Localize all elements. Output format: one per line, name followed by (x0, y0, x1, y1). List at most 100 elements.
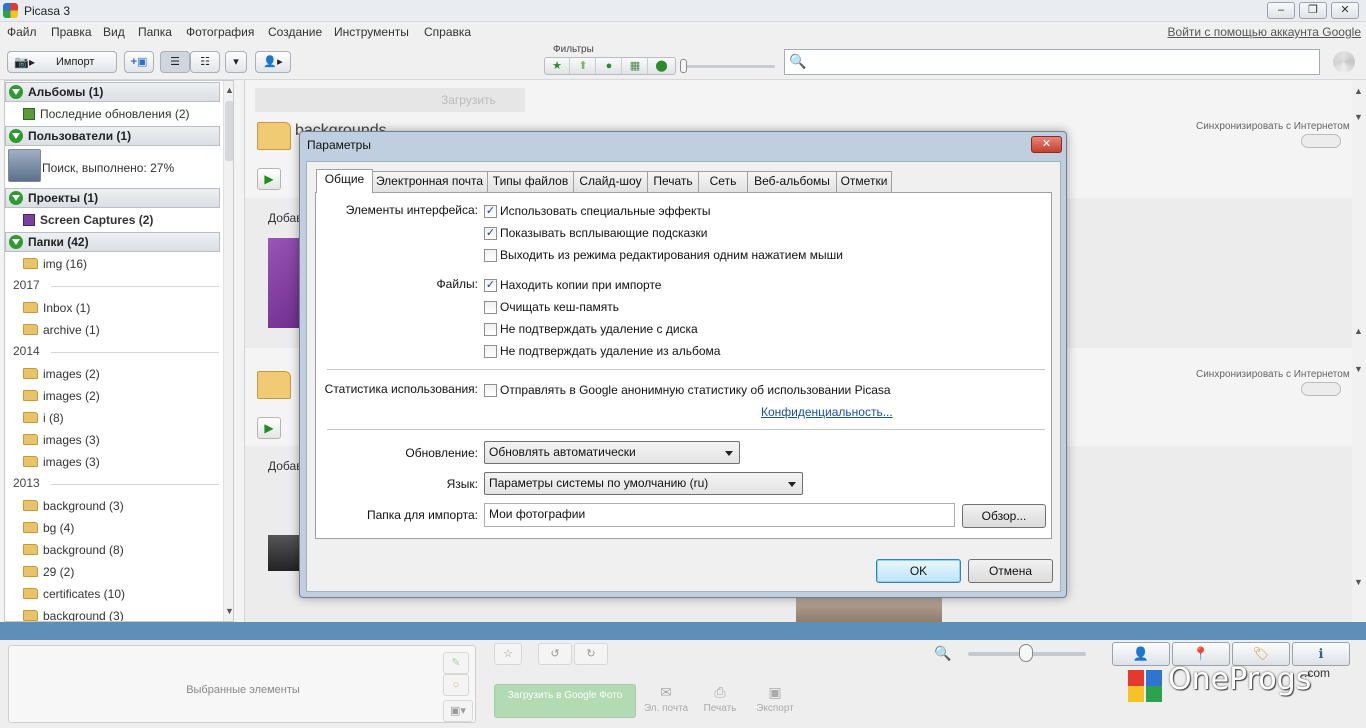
folder-item[interactable]: images (3) (23, 431, 100, 449)
folder-item[interactable]: background (3) (23, 497, 124, 515)
folder-item[interactable]: i (8) (23, 409, 64, 427)
menu-tools[interactable]: Инструменты (334, 25, 409, 39)
import-button[interactable]: 📷▸ Импорт (7, 51, 117, 73)
scroll-down-icon[interactable]: ▼ (1354, 112, 1363, 122)
effects-checkbox[interactable]: ✓ (484, 205, 497, 218)
privacy-link[interactable]: Конфиденциальность... (761, 405, 893, 419)
rotate-right-icon[interactable]: ↻ (574, 643, 608, 665)
folder-item[interactable]: images (2) (23, 387, 100, 405)
thumbnail-size-knob[interactable] (1019, 644, 1033, 662)
menu-help[interactable]: Справка (424, 25, 471, 39)
tab-tags[interactable]: Отметки (836, 171, 892, 192)
add-to-album-button[interactable]: +▣ (124, 51, 154, 73)
scroll-up-icon[interactable]: ▲ (225, 85, 233, 95)
tab-slideshow[interactable]: Слайд-шоу (573, 171, 648, 192)
scroll-down-icon[interactable]: ▼ (225, 606, 233, 616)
filter-slider-knob[interactable] (680, 59, 687, 73)
folder-item[interactable]: background (3) (23, 607, 124, 621)
scroll-up-icon[interactable]: ▲ (1354, 326, 1363, 336)
update-select[interactable]: Обновлять автоматически (484, 441, 740, 464)
folder-item[interactable]: Inbox (1) (23, 299, 90, 317)
section-people[interactable]: Пользователи (1) (5, 126, 220, 146)
scroll-down-icon[interactable]: ▼ (1354, 364, 1363, 374)
export-action[interactable]: ▣ Экспорт (745, 684, 805, 714)
main-scrollbar[interactable]: ▲ ▼ ▲ ▼ ▼ (1352, 80, 1366, 622)
hold-icon[interactable]: ✎ (443, 652, 469, 674)
view-tree-button[interactable]: ☷ (190, 51, 220, 73)
import-folder-field[interactable]: Мои фотографии (484, 503, 955, 527)
sync-toggle[interactable] (1301, 134, 1341, 148)
divider (51, 352, 219, 353)
folder-item[interactable]: images (2) (23, 365, 100, 383)
folder-item[interactable]: certificates (10) (23, 585, 125, 603)
panel-divider[interactable] (0, 622, 1366, 640)
star-filter-icon[interactable]: ★ (545, 58, 570, 74)
google-signin-link[interactable]: Войти с помощью аккаунта Google (1168, 25, 1361, 39)
scroll-down-icon[interactable]: ▼ (1354, 577, 1363, 587)
tab-print[interactable]: Печать (647, 171, 699, 192)
cancel-button[interactable]: Отмена (968, 559, 1053, 583)
ok-button[interactable]: OK (876, 559, 961, 583)
language-select[interactable]: Параметры системы по умолчанию (ru) (484, 472, 803, 495)
section-projects[interactable]: Проекты (1) (5, 188, 220, 208)
find-duplicates-checkbox[interactable]: ✓ (484, 279, 497, 292)
menu-folder[interactable]: Папка (138, 25, 172, 39)
album-screen-captures[interactable]: Screen Captures (2) (23, 211, 153, 229)
face-filter-icon[interactable]: ● (597, 58, 622, 74)
scrollbar-thumb[interactable] (225, 101, 233, 161)
clear-selection-icon[interactable]: ○ (443, 674, 469, 696)
menu-create[interactable]: Создание (268, 25, 322, 39)
folder-item[interactable]: bg (4) (23, 519, 74, 537)
play-slideshow-button[interactable]: ▶ (257, 168, 281, 190)
minimize-button[interactable]: – (1267, 2, 1295, 19)
sidebar-scrollbar[interactable]: ▲ ▼ (223, 81, 233, 621)
thumbnail[interactable] (796, 598, 942, 622)
close-window-button[interactable]: ✕ (1331, 2, 1359, 19)
tab-general[interactable]: Общие (316, 169, 373, 193)
search-input[interactable]: 🔍 (784, 49, 1320, 75)
upload-google-photos-button[interactable]: Загрузить в Google Фото (494, 684, 636, 718)
browse-button[interactable]: Обзор... (962, 504, 1046, 528)
tab-file-types[interactable]: Типы файлов (487, 171, 574, 192)
folder-item[interactable]: img (16) (23, 255, 87, 273)
folder-item[interactable]: background (8) (23, 541, 124, 559)
upload-filter-icon[interactable]: ⬆ (571, 58, 596, 74)
folder-item[interactable]: archive (1) (23, 321, 100, 339)
rotate-left-icon[interactable]: ↺ (538, 643, 572, 665)
menu-file[interactable]: Файл (7, 25, 37, 39)
folder-item[interactable]: 29 (2) (23, 563, 74, 581)
menu-view[interactable]: Вид (103, 25, 125, 39)
view-list-button[interactable]: ☰ (160, 51, 190, 73)
filter-date-slider[interactable] (683, 65, 775, 68)
people-mode-button[interactable]: 👤▸ (255, 51, 291, 73)
tab-network[interactable]: Сеть (698, 171, 748, 192)
no-confirm-album-delete-checkbox[interactable] (484, 345, 497, 358)
clear-cache-checkbox[interactable] (484, 301, 497, 314)
folder-item[interactable]: images (3) (23, 453, 100, 471)
geotag-filter-icon[interactable]: ⬤ (649, 58, 674, 74)
section-folders[interactable]: Папки (42) (5, 232, 220, 252)
print-action[interactable]: ⎙ Печать (690, 684, 750, 714)
section-albums[interactable]: Альбомы (1) (5, 82, 220, 102)
usage-stats-checkbox[interactable] (484, 384, 497, 397)
play-slideshow-button[interactable]: ▶ (257, 417, 281, 439)
scroll-up-icon[interactable]: ▲ (1354, 86, 1363, 96)
tooltips-checkbox[interactable]: ✓ (484, 227, 497, 240)
selection-tray[interactable]: Выбранные элементы ✎ ○ ▣▾ (8, 645, 476, 723)
maximize-button[interactable]: ❐ (1299, 2, 1327, 19)
email-action[interactable]: ✉ Эл. почта (636, 684, 696, 714)
tab-web-albums[interactable]: Веб-альбомы (747, 171, 837, 192)
tag-dropdown-icon[interactable]: ▣▾ (443, 700, 473, 722)
album-recent-updates[interactable]: Последние обновления (2) (23, 105, 190, 123)
tab-email[interactable]: Электронная почта (371, 171, 488, 192)
sync-toggle[interactable] (1301, 382, 1341, 396)
dialog-close-button[interactable]: ✕ (1031, 136, 1062, 153)
no-confirm-disk-delete-checkbox[interactable] (484, 323, 497, 336)
menu-edit[interactable]: Правка (51, 25, 92, 39)
view-options-dropdown[interactable]: ▾ (225, 51, 247, 73)
video-filter-icon[interactable]: ▦ (623, 58, 648, 74)
face-avatar[interactable] (8, 149, 41, 182)
star-icon[interactable]: ☆ (494, 643, 522, 665)
menu-photo[interactable]: Фотография (186, 25, 254, 39)
single-click-exit-checkbox[interactable] (484, 249, 497, 262)
